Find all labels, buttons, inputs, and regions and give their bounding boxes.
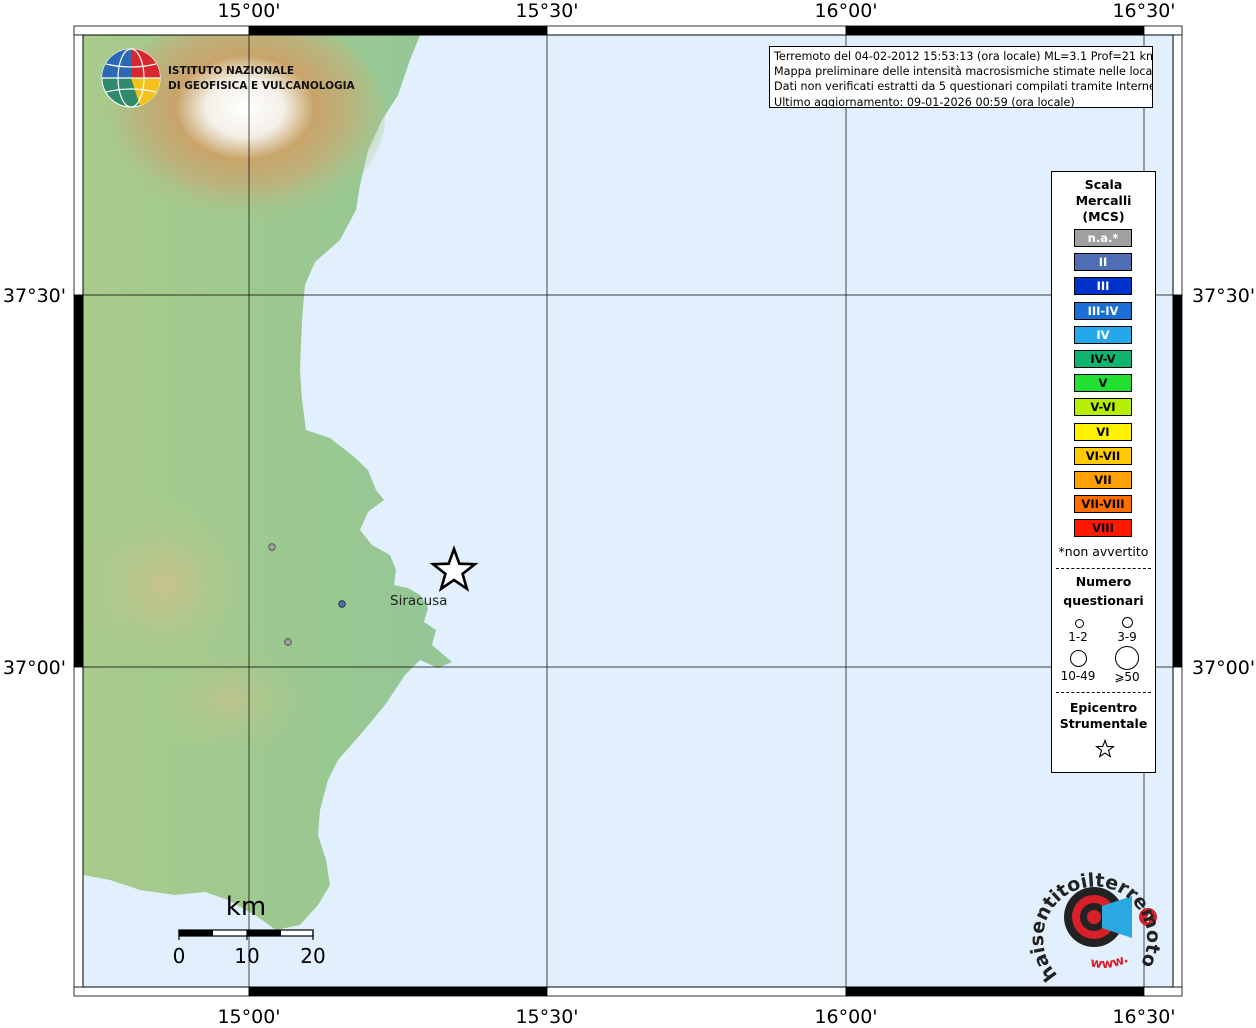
count-circle-xlarge — [1115, 646, 1139, 670]
info-line-1: Terremoto del 04-02-2012 15:53:13 (ora l… — [774, 50, 1153, 63]
frame-segment — [1143, 25, 1183, 36]
frame-segment — [1172, 294, 1183, 668]
frame-segment — [73, 986, 250, 997]
intensity-map: 15°00' 15°00' 15°30' 15°30' 16°00' 16°00' 16°3… — [0, 0, 1256, 1028]
obs-point[interactable] — [268, 543, 276, 551]
place-label: Siracusa — [390, 593, 447, 609]
info-line-4: Ultimo aggiornamento: 09-01-2026 00:59 (… — [774, 95, 1075, 108]
count-label-4: ⩾50 — [1114, 670, 1140, 684]
scale-tick-20: 20 — [300, 944, 325, 968]
count-label-1: 1-2 — [1068, 630, 1088, 644]
legend-swatch: VIII — [1074, 519, 1132, 538]
count-circle-medium — [1122, 617, 1133, 628]
legend-separator — [1056, 692, 1151, 693]
legend-swatch: VI — [1074, 422, 1132, 441]
frame-segment — [845, 986, 1145, 997]
lat-label-right: 37°00' — [1192, 657, 1255, 679]
lat-label-left: 37°00' — [3, 657, 66, 679]
legend-separator — [1056, 568, 1151, 569]
frame-segment — [248, 986, 548, 997]
intensity-legend: Scala Mercalli (MCS) n.a.* II III III-IV IV I… — [1051, 171, 1156, 773]
lat-label-left: 37°30' — [3, 285, 66, 307]
count-title: Numero questionari — [1063, 574, 1144, 608]
count-label-3: 10-49 — [1060, 669, 1096, 683]
count-label-2: 3-9 — [1117, 630, 1137, 644]
obs-point[interactable] — [284, 638, 292, 646]
scale-tick-10: 10 — [234, 944, 259, 968]
legend-swatch: n.a.* — [1074, 229, 1132, 247]
scale-unit: km — [226, 892, 266, 922]
frame-segment — [248, 25, 548, 36]
info-line-2: Mappa preliminare delle intensità macros… — [774, 65, 1153, 79]
legend-swatch: IV — [1074, 325, 1132, 344]
earthquake-info-box: Terremoto del 04-02-2012 15:53:13 (ora l… — [769, 46, 1153, 108]
etna-relief — [105, 35, 385, 223]
frame-segment — [546, 25, 847, 36]
frame-segment — [1143, 986, 1183, 997]
legend-swatch: II — [1074, 253, 1132, 272]
legend-swatch: III — [1074, 277, 1132, 296]
logo-line2: DI GEOFISICA E VULCANOLOGIA — [168, 80, 356, 92]
frame-segment — [1172, 34, 1183, 296]
legend-swatch: V-VI — [1074, 398, 1132, 417]
lon-label-bottom: 16°00' — [814, 1006, 877, 1024]
lon-label-top: 16°00' — [814, 0, 877, 22]
legend-title: Scala Mercalli (MCS) — [1075, 177, 1132, 224]
scale-tick-0: 0 — [173, 944, 186, 968]
lon-label-top: 16°30' — [1112, 0, 1175, 22]
frame-segment — [73, 666, 84, 988]
obs-point[interactable] — [338, 600, 346, 608]
lon-label-top: 15°30' — [515, 0, 578, 22]
legend-note: *non avvertito — [1058, 544, 1149, 559]
legend-swatch: VII — [1074, 471, 1132, 489]
frame-segment — [546, 986, 847, 997]
frame-segment — [845, 25, 1145, 36]
count-circle-small — [1075, 619, 1084, 628]
legend-swatch: VI-VII — [1074, 446, 1132, 465]
frame-segment — [1172, 666, 1183, 988]
legend-swatch: V — [1074, 374, 1132, 393]
lat-label-right: 37°30' — [1192, 285, 1255, 307]
lon-label-bottom: 15°00' — [217, 1006, 280, 1024]
count-circle-large — [1070, 650, 1087, 667]
frame-segment — [73, 25, 250, 36]
epicenter-title: Epicentro Strumentale — [1059, 700, 1148, 731]
legend-swatch: IV-V — [1074, 350, 1132, 368]
info-line-3: Dati non verificati estratti da 5 questi… — [774, 80, 1153, 94]
lon-label-bottom: 15°30' — [515, 1006, 578, 1024]
legend-swatch: VII-VIII — [1074, 495, 1132, 514]
lon-label-bottom: 16°30' — [1112, 1006, 1175, 1024]
star-icon — [1095, 739, 1115, 758]
frame-segment — [73, 294, 84, 668]
legend-swatch: III-IV — [1074, 301, 1132, 320]
lon-label-top: 15°00' — [217, 0, 280, 22]
logo-line1: ISTITUTO NAZIONALE — [168, 65, 294, 77]
hills-relief-2 — [150, 640, 310, 760]
frame-segment — [73, 34, 84, 296]
